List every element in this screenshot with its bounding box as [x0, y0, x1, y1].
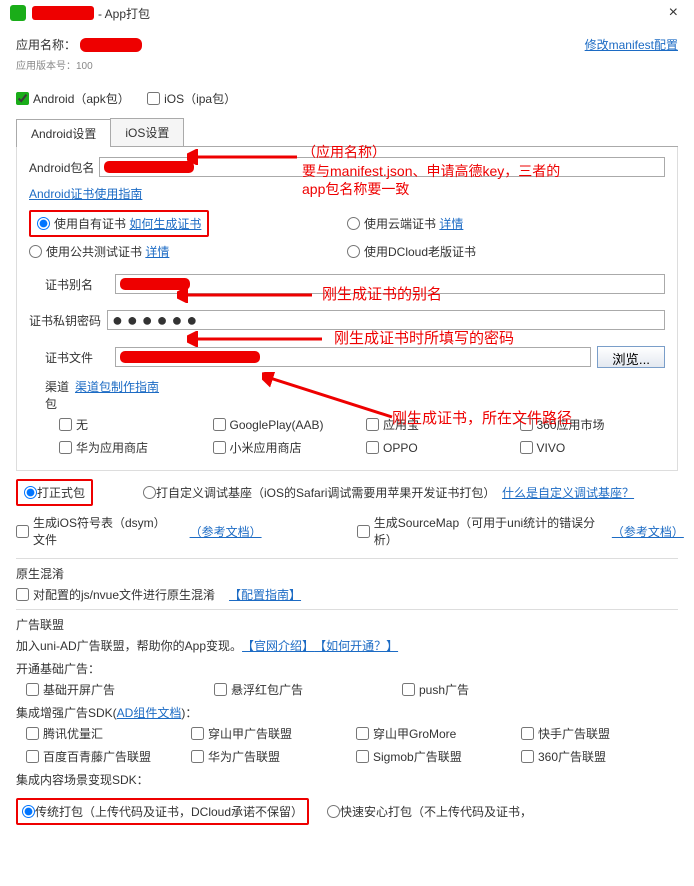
pwd-label: 证书私钥密码: [29, 312, 107, 329]
ads-basic-title: 开通基础广告：: [16, 660, 678, 677]
channel-guide-link[interactable]: 渠道包制作指南: [75, 378, 159, 412]
ch-vivo[interactable]: VIVO: [520, 439, 652, 456]
file-label: 证书文件: [45, 349, 115, 366]
title-redacted: [32, 6, 94, 20]
alias-label: 证书别名: [45, 276, 115, 293]
ads-scene-title: 集成内容场景变现SDK：: [16, 771, 678, 788]
title-suffix: - App打包: [98, 5, 150, 22]
sourcemap-ref[interactable]: （参考文档）: [612, 523, 678, 540]
ads-enh-title: 集成增强广告SDK(: [16, 706, 117, 720]
ad-enh-7[interactable]: 360广告联盟: [521, 748, 664, 765]
ads-join: 加入uni-AD广告联盟，帮助你的App变现。: [16, 637, 242, 654]
titlebar: - App打包 ×: [0, 0, 694, 26]
annotation-owncert-box: 使用自有证书 如何生成证书: [29, 210, 209, 237]
obf-checkbox[interactable]: 对配置的js/nvue文件进行原生混淆: [16, 586, 215, 603]
appname-redacted: [80, 38, 142, 52]
annotation-traditional-box: 传统打包（上传代码及证书，DCloud承诺不保留）: [16, 798, 309, 825]
dsym-checkbox[interactable]: 生成iOS符号表（dsym）文件: [16, 514, 176, 548]
cert-guide-link[interactable]: Android证书使用指南: [29, 187, 142, 201]
ad-enh-6[interactable]: Sigmob广告联盟: [356, 748, 499, 765]
ads-howopen-link[interactable]: 【如何开通？】: [314, 637, 398, 654]
pkg-input[interactable]: [99, 157, 665, 177]
ads-intro-link[interactable]: 【官网介绍】: [242, 637, 314, 654]
tab-ios[interactable]: iOS设置: [110, 118, 184, 146]
radio-cloud-cert[interactable]: [347, 217, 360, 230]
radio-own-cert[interactable]: [37, 217, 50, 230]
obf-title: 原生混淆: [16, 565, 678, 582]
radio-old-cert[interactable]: [347, 245, 360, 258]
ads-enh-link[interactable]: AD组件文档: [117, 706, 182, 720]
ad-enh-4[interactable]: 百度百青藤广告联盟: [26, 748, 169, 765]
close-icon[interactable]: ×: [663, 4, 684, 22]
radio-traditional[interactable]: [22, 805, 35, 818]
dsym-ref[interactable]: （参考文档）: [190, 523, 256, 540]
tab-android[interactable]: Android设置: [16, 119, 111, 147]
ch-oppo[interactable]: OPPO: [366, 439, 498, 456]
ch-google[interactable]: GooglePlay(AAB): [213, 416, 345, 433]
cloud-detail-link[interactable]: 详情: [439, 215, 463, 232]
appname-label: 应用名称：: [16, 36, 76, 53]
ad-basic-0[interactable]: 基础开屏广告: [26, 681, 192, 698]
ad-basic-2[interactable]: push广告: [402, 681, 568, 698]
file-input[interactable]: [115, 347, 591, 367]
how-gen-link[interactable]: 如何生成证书: [129, 215, 201, 232]
radio-formal[interactable]: [24, 486, 37, 499]
ad-enh-1[interactable]: 穿山甲广告联盟: [191, 725, 334, 742]
public-detail-link[interactable]: 详情: [145, 243, 169, 260]
ad-enh-5[interactable]: 华为广告联盟: [191, 748, 334, 765]
ch-360[interactable]: 360应用市场: [520, 416, 652, 433]
radio-public-cert[interactable]: [29, 245, 42, 258]
browse-button[interactable]: 浏览...: [597, 346, 665, 368]
ch-yyb[interactable]: 应用宝: [366, 416, 498, 433]
ad-enh-0[interactable]: 腾讯优量汇: [26, 725, 169, 742]
ad-basic-1[interactable]: 悬浮红包广告: [214, 681, 380, 698]
pkg-label: Android包名: [29, 159, 99, 176]
anno-pwd: 刚生成证书时所填写的密码: [334, 327, 514, 348]
ch-huawei[interactable]: 华为应用商店: [59, 439, 191, 456]
ch-none[interactable]: 无: [59, 416, 191, 433]
android-checkbox[interactable]: Android（apk包）: [16, 90, 130, 107]
whatis-link[interactable]: 什么是自定义调试基座？: [502, 484, 634, 501]
app-icon: [10, 5, 26, 21]
arrow-pwd: [187, 331, 327, 347]
ios-checkbox[interactable]: iOS（ipa包）: [147, 90, 236, 107]
modify-manifest-link[interactable]: 修改manifest配置: [585, 36, 678, 53]
ad-enh-2[interactable]: 穿山甲GroMore: [356, 725, 499, 742]
ads-title: 广告联盟: [16, 616, 678, 633]
ch-xiaomi[interactable]: 小米应用商店: [213, 439, 345, 456]
radio-custom[interactable]: [143, 486, 156, 499]
radio-fast[interactable]: [327, 805, 340, 818]
annotation-formal-box: 打正式包: [16, 479, 93, 506]
obf-guide-link[interactable]: 【配置指南】: [229, 586, 301, 603]
channel-title: 渠道包: [29, 378, 75, 412]
alias-input[interactable]: [115, 274, 665, 294]
pwd-input[interactable]: ●●●●●●: [107, 310, 665, 330]
sourcemap-checkbox[interactable]: 生成SourceMap（可用于uni统计的错误分析）: [357, 514, 598, 548]
ad-enh-3[interactable]: 快手广告联盟: [521, 725, 664, 742]
version-note: 应用版本号：100: [16, 57, 678, 72]
